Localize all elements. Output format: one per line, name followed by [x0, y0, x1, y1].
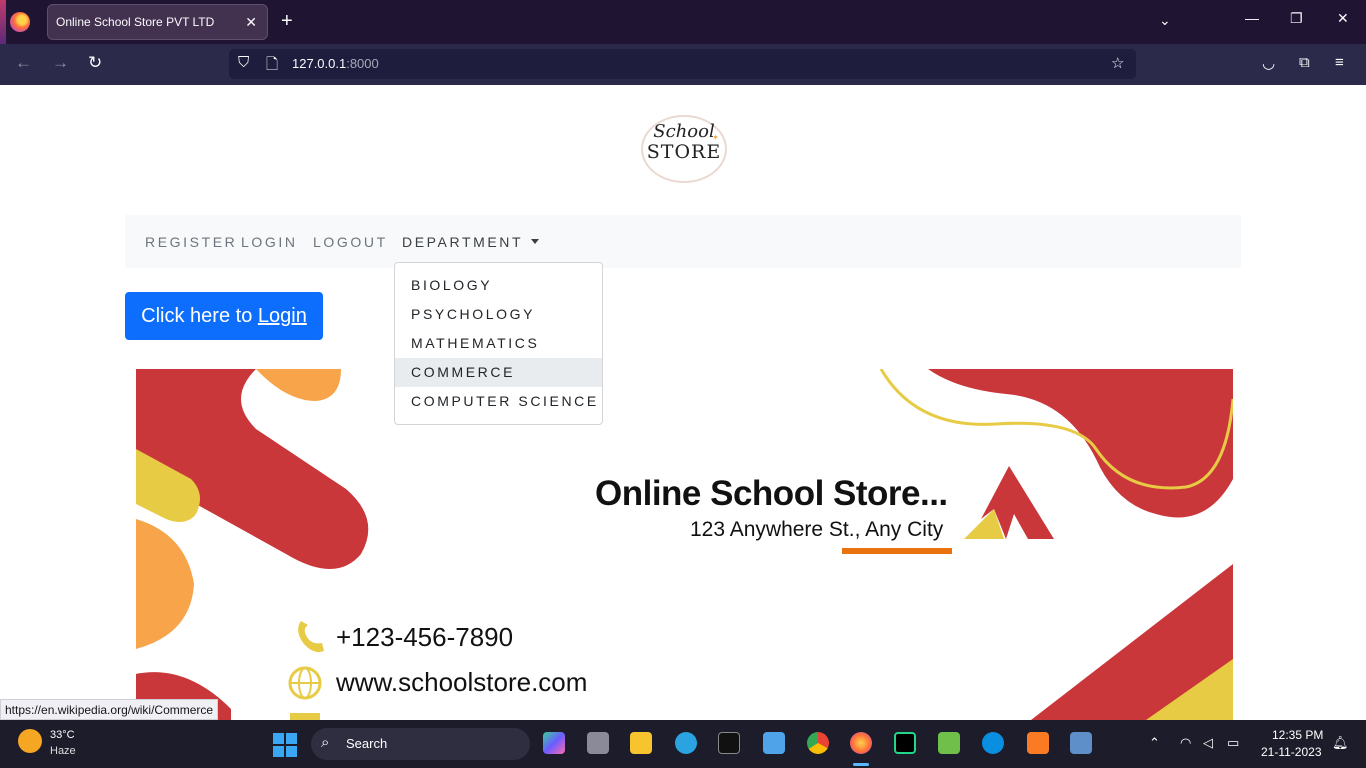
task-view-icon[interactable]: [587, 732, 609, 754]
windows-taskbar: 33°C Haze ⌕ Search ⌃ ◠ ◁ ▭ 12:35 PM 21-1…: [0, 720, 1366, 768]
nav-logout-link[interactable]: LOGOUT: [313, 234, 388, 250]
show-hidden-icons-icon[interactable]: ⌃: [1149, 735, 1160, 751]
tab-close-icon[interactable]: ✕: [245, 5, 257, 39]
url-host: 127.0.0.1: [292, 56, 347, 71]
browser-tab-bar: Online School Store PVT LTD ✕ + ⌄ — ❐ ✕: [0, 0, 1366, 44]
windows-start-icon[interactable]: [273, 733, 297, 757]
banner-title: Online School Store...: [595, 474, 948, 513]
url-text[interactable]: 127.0.0.1:8000: [292, 56, 379, 71]
new-tab-button[interactable]: +: [281, 10, 293, 32]
volume-icon[interactable]: ◁: [1203, 735, 1213, 751]
restore-window-icon[interactable]: ❐: [1290, 10, 1303, 27]
notepad-plus-icon[interactable]: [938, 732, 960, 754]
shield-icon[interactable]: ⛉: [238, 54, 249, 71]
file-explorer-icon[interactable]: [630, 732, 652, 754]
wifi-icon[interactable]: ◠: [1180, 735, 1191, 751]
site-nav-bar: REGISTER LOGIN LOGOUT DEPARTMENT: [125, 215, 1241, 268]
dropdown-item-commerce[interactable]: COMMERCE: [395, 358, 602, 387]
school-store-logo[interactable]: School STORE ✶: [641, 115, 727, 183]
close-window-icon[interactable]: ✕: [1337, 10, 1349, 27]
banner-red-wave-right: [928, 369, 1233, 518]
dropdown-item-computer-science[interactable]: COMPUTER SCIENCE: [395, 387, 602, 416]
chrome-icon[interactable]: [807, 732, 829, 754]
firefox-logo-icon[interactable]: [10, 12, 30, 32]
banner-website: www.schoolstore.com: [336, 667, 588, 697]
logo-star-icon: ✶: [712, 133, 719, 142]
dropdown-item-psychology[interactable]: PSYCHOLOGY: [395, 300, 602, 329]
store-banner: Online School Store... 123 Anywhere St.,…: [136, 369, 1233, 720]
web-page: School STORE ✶ REGISTER LOGIN LOGOUT DEP…: [0, 85, 1366, 720]
copilot-icon[interactable]: [543, 732, 565, 754]
pycharm-icon[interactable]: [894, 732, 916, 754]
notification-bell-icon[interactable]: 🔔︎: [1332, 735, 1349, 751]
span: [286, 733, 297, 744]
dropdown-item-mathematics[interactable]: MATHEMATICS: [395, 329, 602, 358]
browser-tab-active[interactable]: Online School Store PVT LTD ✕: [47, 4, 268, 40]
nav-department-dropdown[interactable]: DEPARTMENT: [402, 234, 540, 250]
caret-down-icon: [531, 239, 540, 244]
dropdown-item-biology[interactable]: BIOLOGY: [395, 271, 602, 300]
clock-time[interactable]: 12:35 PM: [1272, 728, 1323, 742]
banner-orange-shape-top: [256, 369, 341, 401]
login-button-prefix: Click here to: [141, 305, 258, 327]
page-info-icon[interactable]: 🗋: [266, 54, 278, 79]
span: [286, 746, 297, 757]
address-bar[interactable]: ⛉ 🗋 127.0.0.1:8000 ☆: [229, 49, 1136, 79]
bookmark-star-icon[interactable]: ☆: [1111, 54, 1124, 72]
banner-phone: +123-456-7890: [336, 622, 514, 652]
pocket-icon[interactable]: ◡: [1262, 54, 1275, 72]
firefox-icon[interactable]: [850, 732, 872, 754]
list-all-tabs-icon[interactable]: ⌄: [1159, 12, 1171, 29]
banner-orange-shape-mid: [136, 519, 194, 649]
weather-temperature[interactable]: 33°C: [50, 729, 75, 741]
nav-login-link[interactable]: LOGIN: [241, 234, 298, 250]
nav-register-link[interactable]: REGISTER: [145, 234, 237, 250]
terminal-icon[interactable]: [718, 732, 740, 754]
search-icon: ⌕: [321, 734, 330, 751]
app-menu-icon[interactable]: ≡: [1335, 54, 1344, 71]
nav-department-label: DEPARTMENT: [402, 234, 524, 250]
phone-icon: [298, 621, 324, 653]
span: [273, 733, 284, 744]
window-corner-accent: [0, 0, 6, 44]
login-button[interactable]: Click here to Login: [125, 292, 323, 340]
forward-arrow-icon[interactable]: →: [52, 53, 69, 73]
span: [273, 746, 284, 757]
back-arrow-icon[interactable]: ←: [15, 53, 32, 73]
department-dropdown-menu: BIOLOGY PSYCHOLOGY MATHEMATICS COMMERCE …: [394, 262, 603, 425]
logo-main-text: STORE: [646, 141, 722, 163]
telegram-icon[interactable]: [675, 732, 697, 754]
active-app-indicator: [853, 763, 869, 766]
clock-date[interactable]: 21-11-2023: [1261, 745, 1322, 759]
notepad-icon[interactable]: [763, 732, 785, 754]
search-placeholder: Search: [346, 736, 388, 751]
monitor-icon[interactable]: [1070, 732, 1092, 754]
reload-icon[interactable]: ↻: [88, 53, 102, 73]
skype-icon[interactable]: [982, 732, 1004, 754]
tab-title: Online School Store PVT LTD: [56, 15, 215, 29]
mail-icon: [290, 713, 320, 720]
banner-underline: [842, 548, 952, 554]
xampp-icon[interactable]: [1027, 732, 1049, 754]
browser-nav-bar: ← → ↻ ⛉ 🗋 127.0.0.1:8000 ☆ ◡ ⧉ ≡: [0, 44, 1366, 85]
link-status-url: https://en.wikipedia.org/wiki/Commerce: [0, 699, 219, 720]
banner-address: 123 Anywhere St., Any City: [690, 518, 944, 541]
weather-condition[interactable]: Haze: [50, 745, 76, 757]
extensions-icon[interactable]: ⧉: [1299, 54, 1310, 71]
login-button-link[interactable]: Login: [258, 305, 307, 327]
taskbar-search-box[interactable]: ⌕ Search: [311, 728, 530, 760]
weather-haze-icon[interactable]: [18, 729, 42, 753]
url-port: :8000: [346, 56, 379, 71]
banner-graphic: [136, 369, 1233, 720]
minimize-window-icon[interactable]: —: [1245, 10, 1259, 26]
battery-icon[interactable]: ▭: [1227, 735, 1239, 751]
